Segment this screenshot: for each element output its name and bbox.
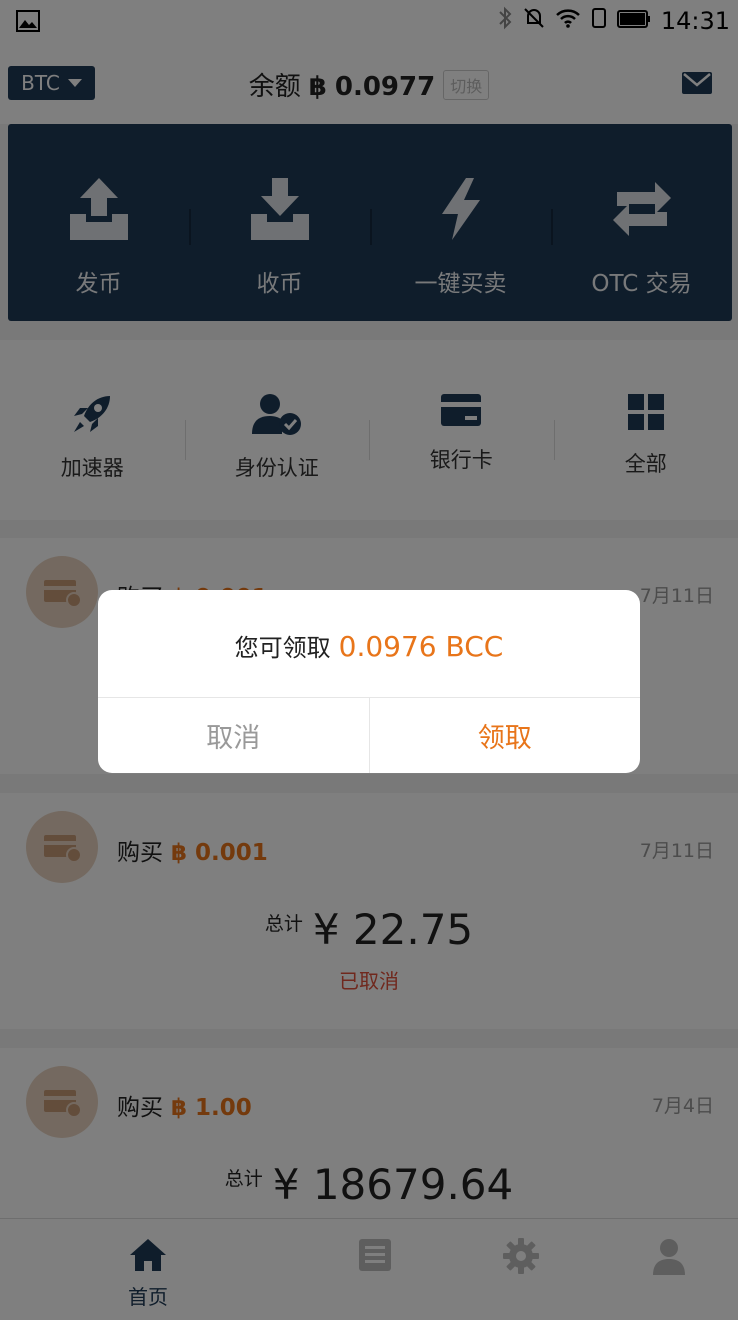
claim-dialog: 您可领取 0.0976 BCC 取消 领取 — [98, 590, 640, 773]
dialog-message-text: 您可领取 — [234, 634, 331, 662]
dialog-claim-value: 0.0976 BCC — [338, 630, 504, 663]
claim-button[interactable]: 领取 — [370, 698, 641, 773]
cancel-button[interactable]: 取消 — [98, 698, 370, 773]
dialog-message: 您可领取 0.0976 BCC — [98, 628, 640, 663]
dialog-buttons: 取消 领取 — [98, 697, 640, 773]
